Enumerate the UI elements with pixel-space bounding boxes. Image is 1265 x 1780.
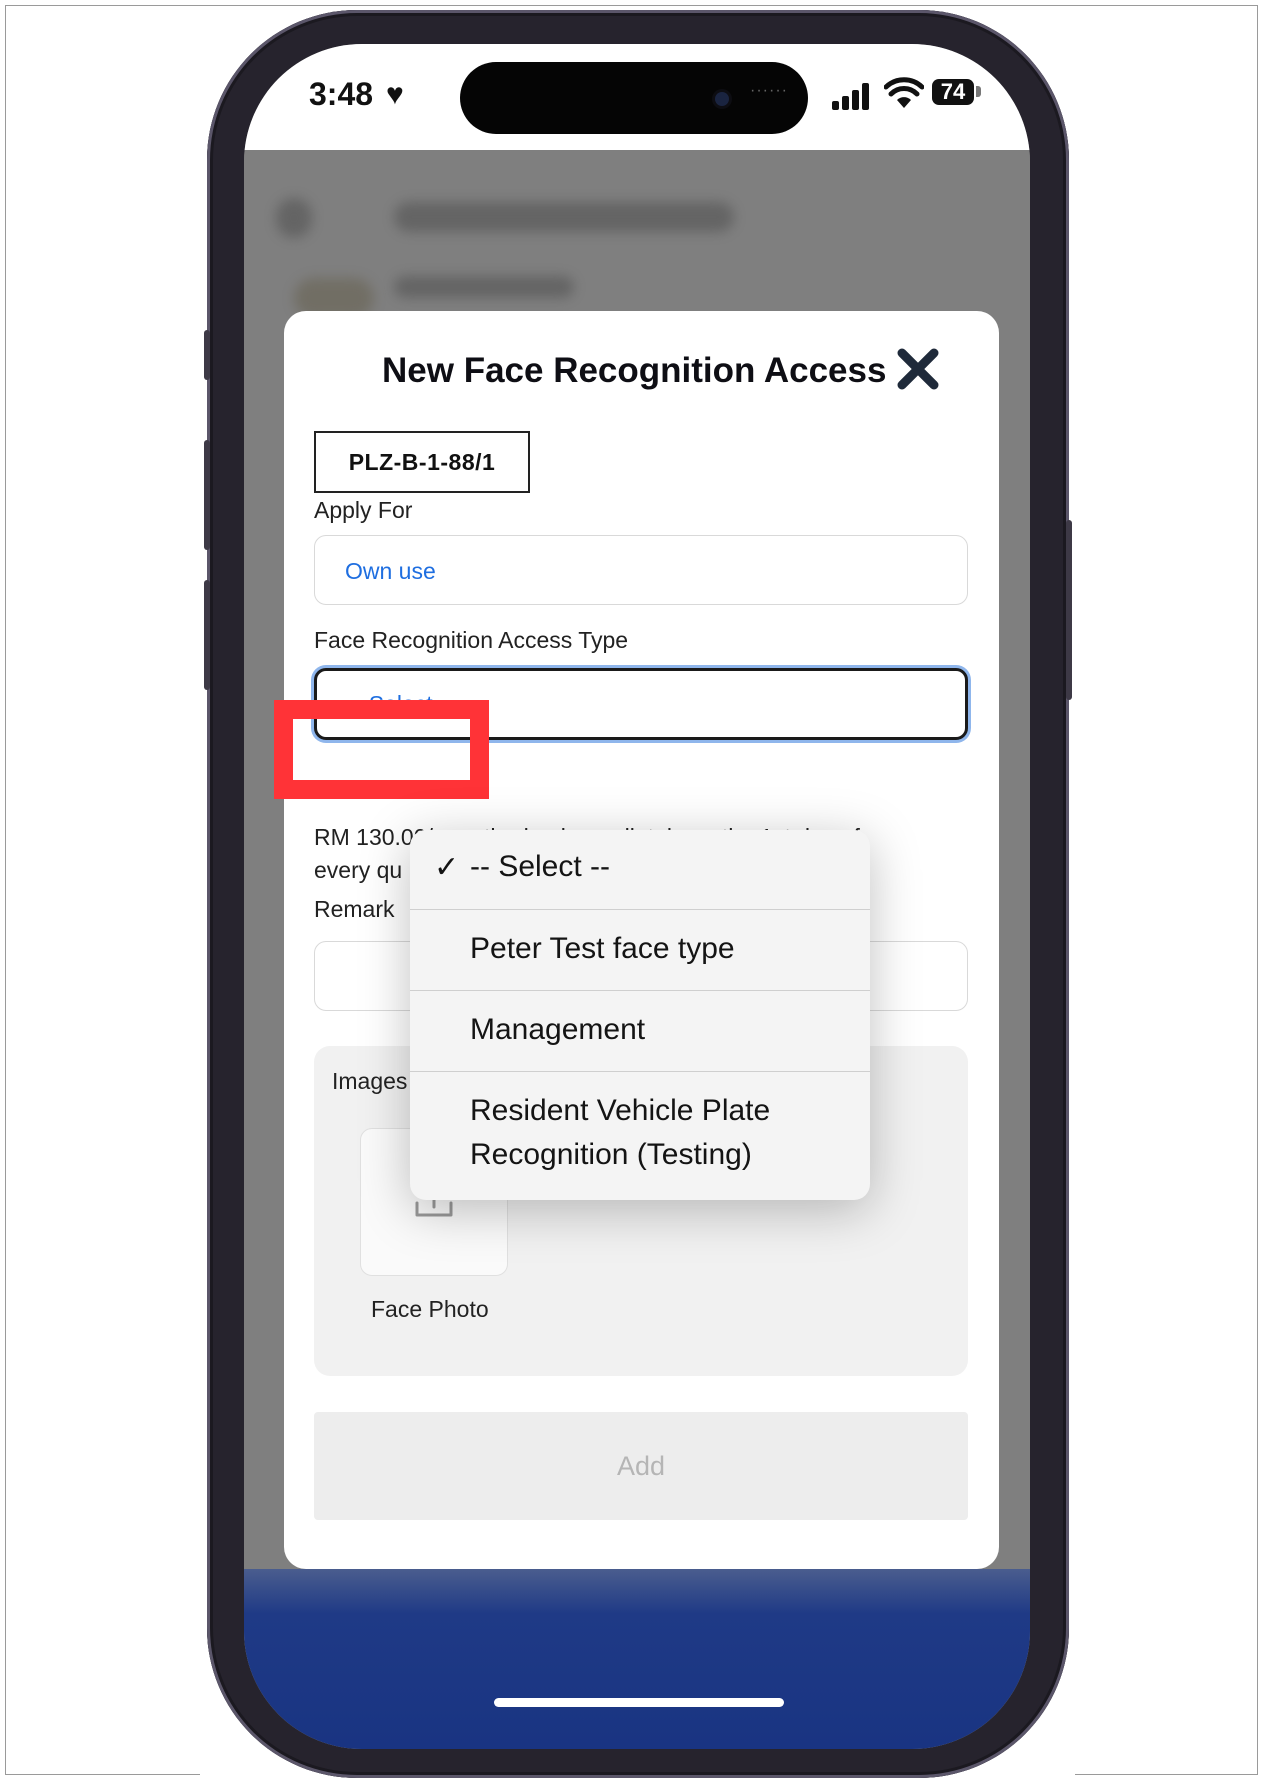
- phone-power-button: [1066, 520, 1072, 700]
- blurred-text: [394, 276, 574, 298]
- bottom-action-bar: [244, 1569, 1030, 1749]
- apply-for-label: Apply For: [314, 497, 413, 523]
- dropdown-option-peter-test[interactable]: Peter Test face type: [410, 910, 870, 990]
- phone-volume-down-button: [204, 580, 210, 690]
- status-bar: 3:48 ♥ ······ 74: [244, 44, 1030, 150]
- signal-icon: [832, 82, 876, 110]
- dropdown-option-label: Peter Test face type: [470, 932, 735, 965]
- access-type-label: Face Recognition Access Type: [314, 627, 629, 653]
- heart-icon: ♥: [386, 78, 404, 111]
- battery-tip: [976, 86, 981, 97]
- apply-for-value: Own use: [345, 558, 436, 584]
- dropdown-option-management[interactable]: Management: [410, 991, 870, 1071]
- phone-volume-up-button: [204, 440, 210, 550]
- images-label: Images: [332, 1068, 408, 1094]
- dropdown-option-select[interactable]: ✓ -- Select --: [410, 830, 870, 909]
- dropdown-option-label: Management: [470, 1013, 646, 1046]
- battery-icon: 74: [932, 79, 974, 105]
- status-time: 3:48: [309, 76, 374, 112]
- camera-icon: [715, 92, 729, 106]
- blurred-back-icon: [276, 198, 312, 238]
- dropdown-option-resident-vehicle-plate[interactable]: Resident Vehicle Plate Recognition (Test…: [410, 1072, 870, 1200]
- face-photo-label: Face Photo: [371, 1296, 489, 1322]
- island-dots: ······: [750, 82, 788, 99]
- annotation-highlight-box: [274, 700, 489, 799]
- checkmark-icon: ✓: [434, 851, 460, 884]
- blurred-page-title: [394, 202, 734, 232]
- apply-for-select[interactable]: Own use: [314, 535, 968, 605]
- unit-badge: PLZ-B-1-88/1: [314, 431, 530, 493]
- dropdown-option-label-line-2: Recognition (Testing): [470, 1138, 752, 1171]
- home-indicator[interactable]: [494, 1698, 784, 1707]
- close-icon[interactable]: [894, 345, 942, 393]
- dropdown-option-label: -- Select --: [470, 850, 611, 883]
- add-button[interactable]: Add: [314, 1412, 968, 1520]
- access-type-dropdown-menu: ✓ -- Select -- Peter Test face type Mana…: [410, 830, 870, 1200]
- dynamic-island: ······: [460, 62, 808, 134]
- modal-title: New Face Recognition Access: [382, 351, 887, 390]
- dropdown-option-label-line-1: Resident Vehicle Plate: [470, 1094, 771, 1127]
- phone-side-button: [204, 330, 210, 380]
- remark-label: Remark: [314, 896, 395, 922]
- wifi-icon: [884, 77, 924, 108]
